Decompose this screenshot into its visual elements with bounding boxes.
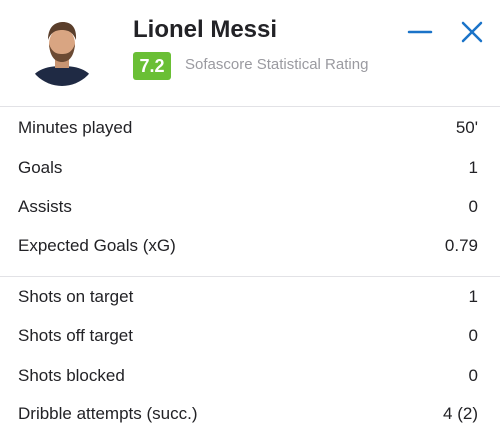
- stat-label: Minutes played: [18, 118, 133, 137]
- stat-label: Goals: [18, 158, 63, 177]
- stat-value: 1: [468, 158, 478, 177]
- stat-row-expected-goals: Expected Goals (xG) 0.79: [0, 227, 500, 265]
- close-icon: [461, 21, 483, 43]
- rating-badge: 7.2: [133, 52, 171, 80]
- stat-value: 0.79: [444, 236, 478, 255]
- player-header: Lionel Messi 7.2 Sofascore Statistical R…: [0, 0, 500, 106]
- stat-label: Shots on target: [18, 287, 134, 306]
- stat-row-minutes-played: Minutes played 50': [0, 109, 500, 147]
- stat-value: 50': [455, 118, 478, 137]
- stat-row-dribble-attempts: Dribble attempts (succ.) 4 (2): [0, 395, 500, 433]
- section-divider: [0, 276, 500, 277]
- stat-value: 1: [468, 287, 478, 306]
- player-name: Lionel Messi: [133, 16, 278, 43]
- stat-value: 0: [468, 197, 478, 216]
- rating-label: Sofascore Statistical Rating: [185, 56, 369, 73]
- stat-label: Assists: [18, 197, 72, 216]
- minus-icon: [407, 30, 433, 34]
- player-stats-card: Lionel Messi 7.2 Sofascore Statistical R…: [0, 0, 500, 440]
- minimize-button[interactable]: [406, 18, 434, 46]
- stat-row-shots-on-target: Shots on target 1: [0, 278, 500, 316]
- stat-label: Dribble attempts (succ.): [18, 404, 198, 423]
- stat-label: Shots blocked: [18, 366, 125, 385]
- stat-label: Expected Goals (xG): [18, 236, 176, 255]
- stat-value: 0: [468, 326, 478, 345]
- player-avatar: [26, 14, 98, 86]
- stat-label: Shots off target: [18, 326, 133, 345]
- stat-row-shots-blocked: Shots blocked 0: [0, 357, 500, 395]
- stat-row-assists: Assists 0: [0, 188, 500, 226]
- stat-value: 0: [468, 366, 478, 385]
- stat-row-shots-off-target: Shots off target 0: [0, 317, 500, 355]
- close-button[interactable]: [458, 18, 486, 46]
- header-divider: [0, 106, 500, 107]
- stat-value: 4 (2): [443, 404, 478, 423]
- stat-row-goals: Goals 1: [0, 149, 500, 187]
